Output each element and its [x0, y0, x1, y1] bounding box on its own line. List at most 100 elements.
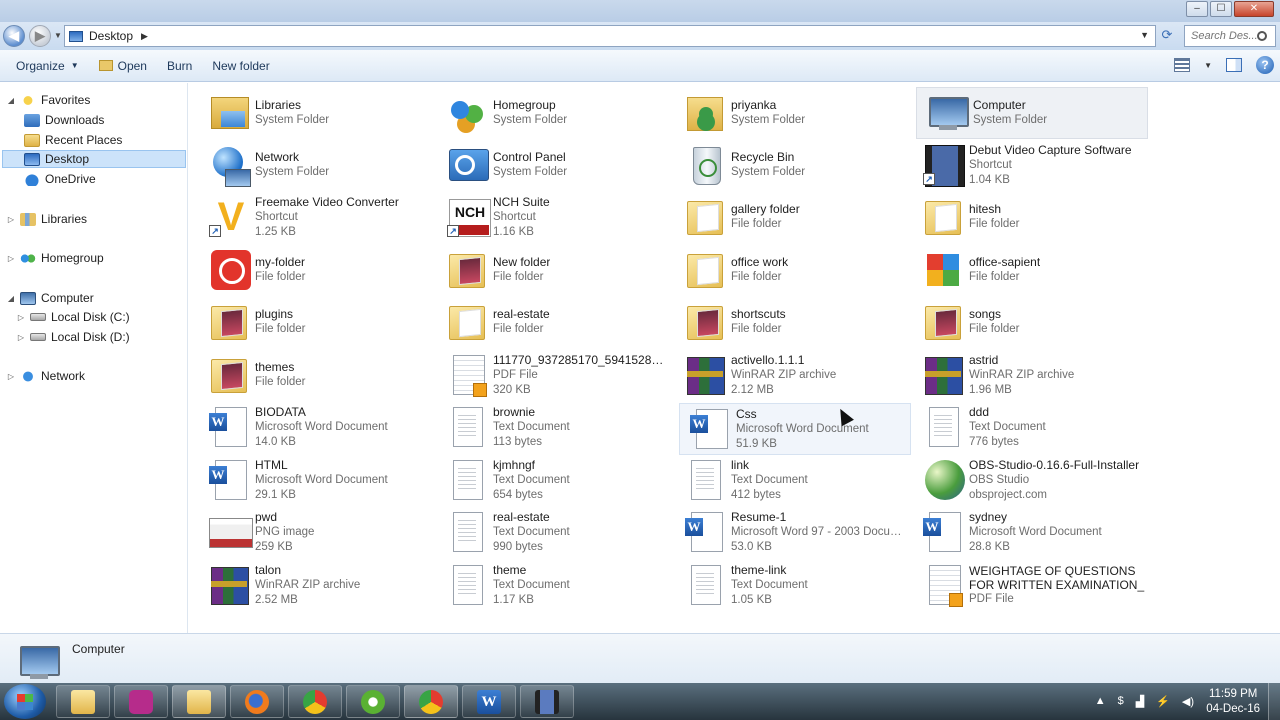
file-item[interactable]: kjmhngf Text Document 654 bytes [437, 454, 669, 506]
show-desktop-button[interactable] [1268, 683, 1280, 720]
file-item[interactable]: Resume-1Microsoft Word 97 - 2003 Docum..… [675, 506, 907, 558]
organize-button[interactable]: Organize ▼ [6, 54, 89, 78]
nav-favorites[interactable]: ◢ Favorites [6, 91, 90, 109]
taskbar-video-button[interactable] [520, 685, 574, 718]
file-item[interactable]: plugins File folder [199, 296, 431, 348]
file-item[interactable]: office work File folder [675, 244, 907, 296]
file-name: sydney [969, 509, 1008, 524]
taskbar-firefox-button[interactable] [230, 685, 284, 718]
network-signal-icon[interactable]: ▟ [1136, 695, 1144, 708]
search-box[interactable] [1184, 25, 1276, 47]
volume-icon[interactable]: ◀) [1182, 695, 1194, 708]
expand-triangle-icon[interactable]: ◢ [6, 96, 16, 105]
taskbar-explorer-active-button[interactable] [172, 685, 226, 718]
file-item[interactable]: Control Panel System Folder [437, 139, 669, 191]
file-item[interactable]: office-sapient File folder [913, 244, 1145, 296]
back-button[interactable]: ◀ [3, 25, 25, 47]
start-button[interactable] [4, 684, 46, 719]
new-folder-button[interactable]: New folder [202, 54, 279, 78]
file-item[interactable]: ↗ Freemake Video ConverterShortcut 1.25 K… [199, 191, 431, 243]
nav-computer[interactable]: ◢ Computer [6, 289, 94, 307]
file-item[interactable]: theme Text Document 1.17 KB [437, 559, 669, 611]
file-item[interactable]: brownie Text Document 113 bytes [437, 401, 669, 453]
file-item[interactable]: talon WinRAR ZIP archive 2.52 MB [199, 559, 431, 611]
taskbar-chrome-button[interactable] [288, 685, 342, 718]
file-item[interactable]: theme-link Text Document 1.05 KB [675, 559, 907, 611]
word-icon [921, 510, 965, 554]
recent-pages-chevron-down-icon[interactable]: ▼ [54, 31, 62, 40]
breadcrumb-desktop[interactable]: Desktop [89, 29, 133, 43]
nav-onedrive[interactable]: OneDrive [24, 170, 96, 188]
nav-downloads[interactable]: Downloads [24, 111, 104, 129]
file-item[interactable]: my-folder File folder [199, 244, 431, 296]
expand-triangle-icon[interactable]: ◢ [6, 294, 16, 303]
address-bar[interactable]: Desktop ▶ ▼ [64, 25, 1156, 47]
expand-triangle-icon[interactable]: ▷ [6, 254, 16, 263]
refresh-button[interactable]: ⟳ [1157, 27, 1177, 45]
taskbar-app-button[interactable] [114, 685, 168, 718]
file-item[interactable]: link Text Document 412 bytes [675, 454, 907, 506]
clock[interactable]: 11:59 PM 04-Dec-16 [1206, 687, 1260, 717]
change-view-icon[interactable] [1174, 58, 1191, 72]
file-item[interactable]: shortscuts File folder [675, 296, 907, 348]
file-item[interactable]: Recycle Bin System Folder [675, 139, 907, 191]
currency-icon[interactable]: $ [1118, 695, 1124, 708]
file-item[interactable]: gallery folder File folder [675, 191, 907, 243]
open-button[interactable]: Open [89, 54, 157, 78]
file-item[interactable]: hitesh File folder [913, 191, 1145, 243]
file-item[interactable]: themes File folder [199, 349, 431, 401]
expand-triangle-icon[interactable]: ▷ [6, 372, 16, 381]
file-item[interactable]: pwd PNG image 259 KB [199, 506, 431, 558]
file-item[interactable]: ddd Text Document 776 bytes [913, 401, 1145, 453]
close-button[interactable]: ✕ [1234, 1, 1274, 17]
nav-recent-places[interactable]: Recent Places [24, 131, 122, 149]
expand-triangle-icon[interactable]: ▷ [16, 313, 26, 322]
help-icon[interactable]: ? [1256, 56, 1274, 74]
file-item[interactable]: real-estate Text Document 990 bytes [437, 506, 669, 558]
file-item[interactable]: ↗ Debut Video Capture Software Shortcut 1.… [913, 139, 1145, 191]
forward-button[interactable]: ▶ [29, 25, 51, 47]
burn-button[interactable]: Burn [157, 54, 202, 78]
file-item[interactable]: BIODATAMicrosoft Word Document 14.0 KB [199, 401, 431, 453]
expand-triangle-icon[interactable]: ▷ [16, 333, 26, 342]
breadcrumb-arrow-icon[interactable]: ▶ [141, 31, 148, 42]
nav-local-disk-c[interactable]: ▷ Local Disk (C:) [16, 308, 130, 326]
file-item[interactable]: Network System Folder [199, 139, 431, 191]
file-item[interactable]: activello.1.1.1 WinRAR ZIP archive 2.12 MB [675, 349, 907, 401]
file-item[interactable]: CssMicrosoft Word Document51.9 KB [679, 403, 911, 455]
file-item[interactable]: New folder File folder [437, 244, 669, 296]
nav-libraries[interactable]: ▷ Libraries [6, 210, 87, 228]
address-dropdown-chevron-down-icon[interactable]: ▼ [1140, 30, 1149, 40]
show-hidden-icons-icon[interactable]: ▲ [1095, 695, 1106, 708]
file-item[interactable]: OBS-Studio-0.16.6-Full-Installer OBS Stud… [913, 454, 1145, 506]
file-item[interactable]: Homegroup System Folder [437, 87, 669, 139]
maximize-button[interactable]: ☐ [1210, 1, 1232, 17]
power-plug-icon[interactable]: ⚡ [1156, 695, 1170, 708]
minimize-button[interactable]: – [1186, 1, 1208, 17]
expand-triangle-icon[interactable]: ▷ [6, 215, 16, 224]
file-item[interactable]: 111770_937285170_5941528191 PDF File 320 K… [437, 349, 669, 401]
search-input[interactable] [1191, 30, 1257, 42]
taskbar-explorer-button[interactable] [56, 685, 110, 718]
taskbar-word-button[interactable]: W [462, 685, 516, 718]
search-icon[interactable] [1257, 31, 1267, 41]
file-item[interactable]: astrid WinRAR ZIP archive 1.96 MB [913, 349, 1145, 401]
file-item[interactable]: sydneyMicrosoft Word Document 28.8 KB [913, 506, 1145, 558]
file-item[interactable]: ↗ NCH SuiteShortcut 1.16 KB [437, 191, 669, 243]
file-item[interactable]: HTMLMicrosoft Word Document 29.1 KB [199, 454, 431, 506]
nav-local-disk-d[interactable]: ▷ Local Disk (D:) [16, 328, 130, 346]
view-options-chevron-down-icon[interactable]: ▼ [1204, 61, 1212, 70]
nav-desktop[interactable]: Desktop [2, 150, 186, 168]
nav-network[interactable]: ▷ Network [6, 367, 85, 385]
file-item[interactable]: Libraries System Folder [199, 87, 431, 139]
preview-pane-icon[interactable] [1226, 58, 1242, 72]
taskbar-utorrent-button[interactable] [346, 685, 400, 718]
file-item[interactable]: priyanka System Folder [675, 87, 907, 139]
file-item[interactable]: Computer System Folder [916, 87, 1148, 139]
file-item[interactable]: songs File folder [913, 296, 1145, 348]
file-item[interactable]: real-estate File folder [437, 296, 669, 348]
nav-homegroup[interactable]: ▷ Homegroup [6, 249, 104, 267]
file-explorer-icon [71, 689, 95, 714]
taskbar-chrome-active-button[interactable] [404, 685, 458, 718]
file-item[interactable]: WEIGHTAGE OF QUESTIONS FOR WRITTEN EXAMI… [913, 559, 1153, 611]
